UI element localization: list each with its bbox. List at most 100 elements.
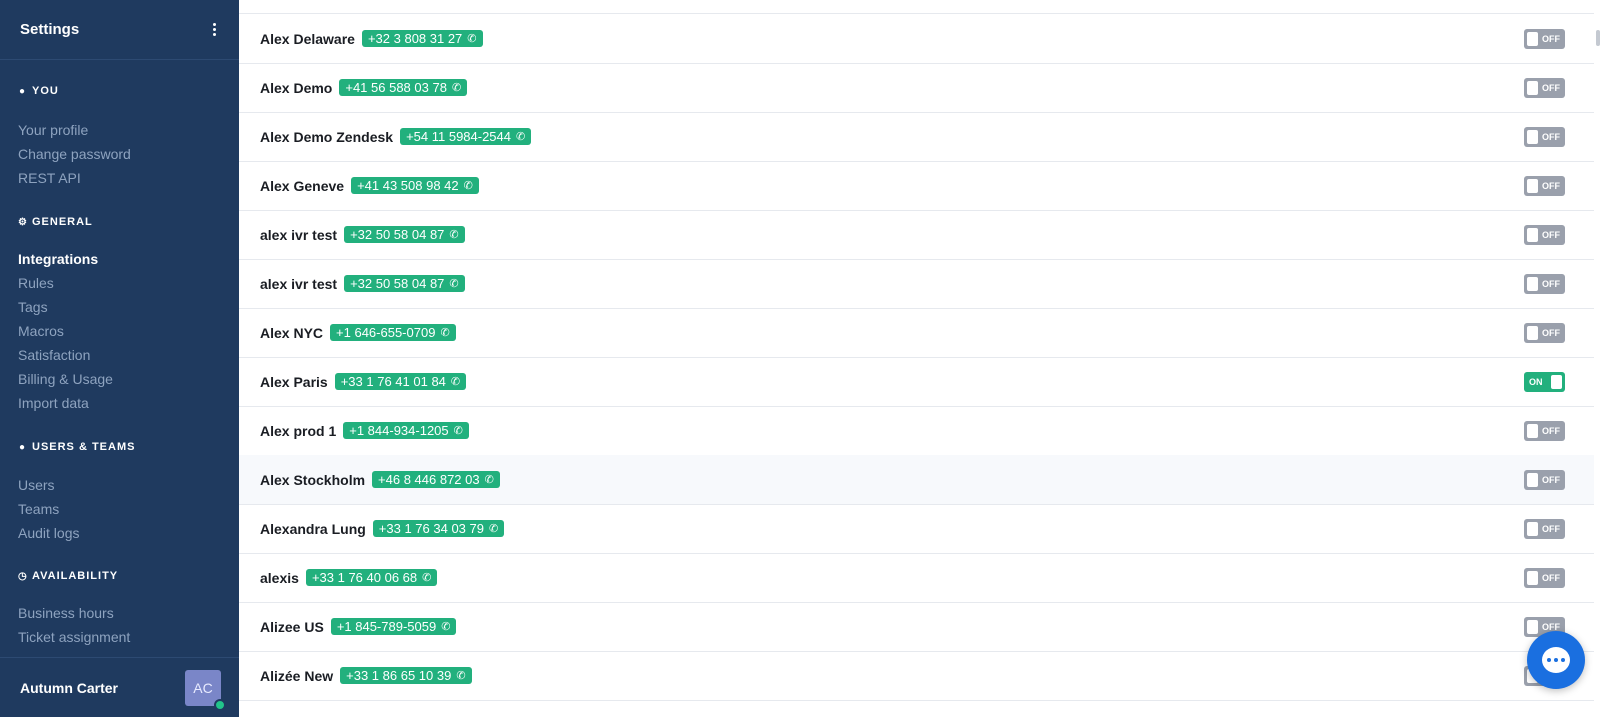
phone-icon: ✆ [453,425,463,437]
sidebar-item-integrations[interactable]: Integrations [18,251,98,267]
phone-icon: ✆ [422,572,432,584]
sidebar-item-rules[interactable]: Rules [18,275,54,291]
toggle-label: OFF [1542,279,1560,289]
list-item[interactable]: Alex Demo +41 56 588 03 78 ✆ OFF [239,63,1594,113]
gear-icon: ⚙ [18,216,28,228]
enabled-toggle[interactable]: OFF [1524,127,1565,147]
list-item[interactable]: Alexandra Lung +33 1 76 34 03 79 ✆ OFF [239,504,1594,554]
sidebar-item-billing-usage[interactable]: Billing & Usage [18,371,113,387]
sidebar-user-footer[interactable]: Autumn Carter AC [0,657,239,717]
toggle-knob [1527,179,1538,193]
more-vertical-icon[interactable] [207,20,221,40]
section-you-header: ● YOU [18,85,59,97]
enabled-toggle[interactable]: OFF [1524,274,1565,294]
list-item[interactable]: Alex Demo Zendesk +54 11 5984-2544 ✆ OFF [239,112,1594,162]
phone-badge[interactable]: +1 646-655-0709 ✆ [330,324,456,341]
enabled-toggle[interactable]: OFF [1524,176,1565,196]
phone-badge[interactable]: +33 1 76 40 06 68 ✆ [305,569,438,586]
phone-badge[interactable]: +54 11 5984-2544 ✆ [400,128,532,145]
list-item[interactable]: Alex prod 1 +1 844-934-1205 ✆ OFF [239,406,1594,456]
toggle-knob [1527,228,1538,242]
phone-number: +46 8 446 872 03 [378,472,480,487]
phone-number: +33 1 76 40 06 68 [311,570,418,585]
list-item[interactable]: Alex Stockholm +46 8 446 872 03 ✆ OFF [239,455,1594,505]
toggle-knob [1527,326,1538,340]
phone-number: +41 56 588 03 78 [345,80,447,95]
phone-badge[interactable]: +1 844-934-1205 ✆ [343,422,469,439]
sidebar-item-import-data[interactable]: Import data [18,395,89,411]
online-status-icon [214,698,226,711]
toggle-knob [1527,424,1538,438]
list-item[interactable]: Alex Geneve +41 43 508 98 42 ✆ OFF [239,161,1594,211]
integration-name: Alex prod 1 [260,422,337,439]
list-item[interactable]: Alex NYC +1 646-655-0709 ✆ OFF [239,308,1594,358]
sidebar-item-tags[interactable]: Tags [18,299,48,315]
list-item[interactable]: alexis +33 1 76 40 06 68 ✆ OFF [239,553,1594,603]
integration-name: Alexandra Lung [260,520,366,537]
sidebar-item-satisfaction[interactable]: Satisfaction [18,347,90,363]
enabled-toggle[interactable]: OFF [1524,568,1565,588]
toggle-label: OFF [1542,328,1560,338]
sidebar-item-your-profile[interactable]: Your profile [18,122,88,138]
phone-badge[interactable]: +32 50 58 04 87 ✆ [344,226,465,243]
phone-badge[interactable]: +1 845-789-5059 ✆ [330,618,457,635]
sidebar-item-macros[interactable]: Macros [18,323,64,339]
list-item[interactable]: alex ivr test +32 50 58 04 87 ✆ OFF [239,210,1594,260]
toggle-knob [1527,32,1538,46]
toggle-label: OFF [1542,475,1560,485]
avatar-initials: AC [193,679,213,696]
toggle-label: ON [1529,377,1543,387]
sidebar-item-ticket-assignment[interactable]: Ticket assignment [18,629,130,645]
toggle-knob [1527,130,1538,144]
phone-badge[interactable]: +33 1 76 34 03 79 ✆ [372,520,505,537]
enabled-toggle[interactable]: ON [1524,372,1565,392]
sidebar-item-teams[interactable]: Teams [18,501,59,517]
sidebar-item-business-hours[interactable]: Business hours [18,605,114,621]
sidebar-item-audit-logs[interactable]: Audit logs [18,525,79,541]
integrations-list: Alex Delaware +32 3 808 31 27 ✆ OFF Alex Dem… [239,0,1600,717]
enabled-toggle[interactable]: OFF [1524,78,1565,98]
section-label: YOU [32,85,59,97]
phone-badge[interactable]: +41 56 588 03 78 ✆ [339,79,468,96]
integration-name: Alex Demo [260,79,333,96]
section-general-header: ⚙ GENERAL [18,216,93,228]
enabled-toggle[interactable]: OFF [1524,421,1565,441]
enabled-toggle[interactable]: OFF [1524,519,1565,539]
scrollbar[interactable] [1596,30,1600,46]
toggle-label: OFF [1542,132,1560,142]
toggle-label: OFF [1542,83,1560,93]
phone-number: +33 1 86 65 10 39 [346,668,452,683]
phone-number: +54 11 5984-2544 [406,129,512,144]
phone-icon: ✆ [467,33,477,45]
enabled-toggle[interactable]: OFF [1524,225,1565,245]
phone-badge[interactable]: +46 8 446 872 03 ✆ [372,471,500,488]
enabled-toggle[interactable]: OFF [1524,323,1565,343]
list-item[interactable]: Alizee US +1 845-789-5059 ✆ OFF [239,602,1594,652]
section-label: AVAILABILITY [32,570,119,582]
list-item[interactable]: alex ivr test +32 50 58 04 87 ✆ OFF [239,259,1594,309]
phone-number: +32 50 58 04 87 [350,276,445,291]
avatar[interactable]: AC [185,669,226,711]
list-item[interactable]: Alex Delaware +32 3 808 31 27 ✆ OFF [239,14,1594,64]
integration-name: alexis [260,569,299,586]
person-icon: ● [18,85,27,97]
section-label: GENERAL [32,216,93,228]
sidebar-title: Settings [20,21,80,38]
enabled-toggle[interactable]: OFF [1524,29,1565,49]
enabled-toggle[interactable]: OFF [1524,470,1565,490]
phone-badge[interactable]: +32 50 58 04 87 ✆ [344,275,465,292]
sidebar-item-change-password[interactable]: Change password [18,146,131,162]
phone-badge[interactable]: +33 1 76 41 01 84 ✆ [334,373,467,390]
phone-badge[interactable]: +33 1 86 65 10 39 ✆ [340,667,472,684]
phone-badge[interactable]: +41 43 508 98 42 ✆ [351,177,479,194]
sidebar-item-users[interactable]: Users [18,477,55,493]
toggle-label: OFF [1542,573,1560,583]
list-item[interactable]: Alizée New+33 1 86 65 10 39✆OFF [239,651,1594,701]
chat-button[interactable] [1527,631,1585,689]
phone-badge[interactable]: +32 3 808 31 27 ✆ [361,30,483,47]
list-item[interactable]: Alex Paris +33 1 76 41 01 84 ✆ ON [239,357,1594,407]
toggle-knob [1527,473,1538,487]
sidebar-item-rest-api[interactable]: REST API [18,170,81,186]
integration-name: alex ivr test [260,275,338,292]
phone-icon: ✆ [449,278,459,290]
